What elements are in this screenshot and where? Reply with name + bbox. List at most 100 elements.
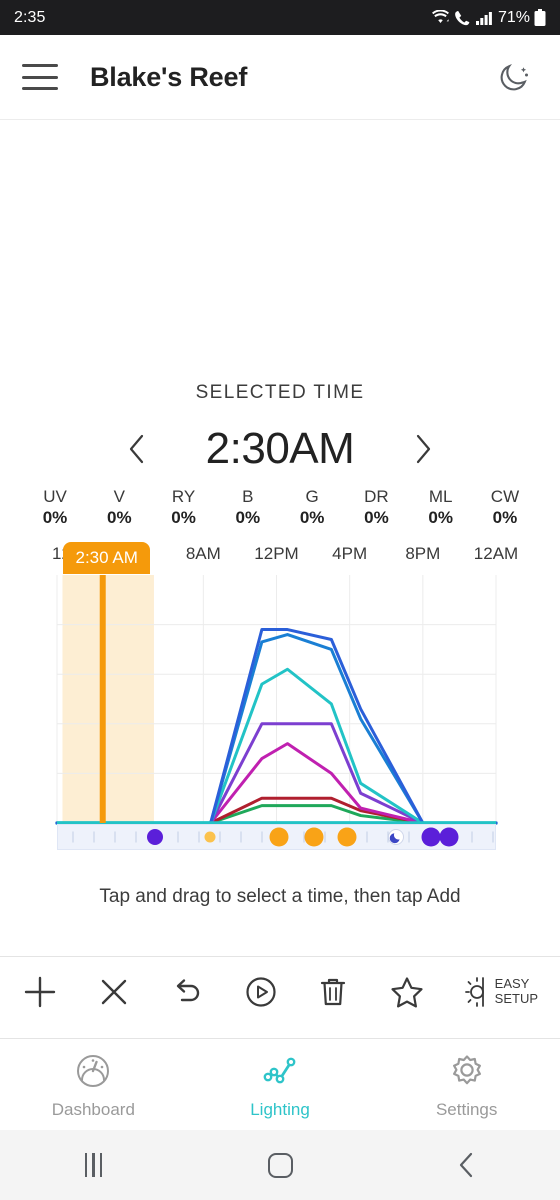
schedule-marker-dot[interactable] bbox=[439, 827, 459, 847]
nav-item-lighting[interactable]: Lighting bbox=[187, 1049, 374, 1120]
brightness-icon bbox=[464, 976, 484, 1007]
marker-tick bbox=[324, 831, 326, 843]
channel-v[interactable]: V 0% bbox=[90, 486, 148, 530]
time-stepper: 2:30AM bbox=[0, 418, 560, 480]
channel-name: UV bbox=[43, 487, 67, 506]
channel-name: RY bbox=[171, 487, 196, 506]
marker-tick bbox=[261, 831, 263, 843]
marker-tick bbox=[471, 831, 473, 843]
marker-tick bbox=[408, 831, 410, 843]
schedule-marker-dot[interactable] bbox=[269, 827, 289, 847]
channel-value: 0% bbox=[364, 508, 389, 528]
channel-value: 0% bbox=[428, 508, 453, 528]
line-chart-icon bbox=[263, 1057, 296, 1084]
easy-setup-label: EASY SETUP bbox=[494, 976, 538, 1007]
channel-cw[interactable]: CW 0% bbox=[476, 486, 534, 530]
marker-tick bbox=[72, 831, 74, 843]
schedule-marker-strip[interactable] bbox=[57, 824, 496, 850]
chevron-right-icon[interactable] bbox=[395, 421, 451, 477]
nav-label-dashboard: Dashboard bbox=[51, 1100, 135, 1119]
hamburger-menu-icon[interactable] bbox=[22, 64, 58, 90]
selected-time-tooltip: 2:30 AM bbox=[63, 542, 150, 574]
favorite-button[interactable] bbox=[389, 975, 425, 1009]
schedule-marker-dot[interactable] bbox=[304, 827, 324, 847]
easy-setup-line-2: SETUP bbox=[494, 990, 538, 1006]
undo-arrow-icon bbox=[177, 978, 200, 1001]
x-axis-tick-label: 4PM bbox=[332, 544, 368, 563]
nav-label-lighting: Lighting bbox=[250, 1100, 310, 1119]
easy-setup-button[interactable]: EASY SETUP bbox=[464, 975, 538, 1009]
channel-ry[interactable]: RY 0% bbox=[155, 486, 213, 530]
trash-icon bbox=[321, 978, 346, 1005]
gear-icon bbox=[452, 1055, 481, 1085]
app-screen: 2:35 71% Blake's Reef SELECTED TIME 2:30… bbox=[0, 0, 560, 1200]
x-axis-tick-label: 8PM bbox=[405, 544, 441, 563]
marker-tick bbox=[240, 831, 242, 843]
x-axis-tick-label: 8AM bbox=[185, 544, 221, 563]
nav-item-dashboard[interactable]: Dashboard bbox=[0, 1049, 187, 1120]
channel-value: 0% bbox=[235, 508, 261, 528]
chart-plot-area[interactable] bbox=[0, 575, 560, 825]
schedule-marker-dot[interactable] bbox=[204, 831, 216, 843]
channel-name: V bbox=[113, 487, 125, 506]
channel-name: DR bbox=[364, 487, 389, 506]
channel-ml[interactable]: ML 0% bbox=[412, 486, 470, 530]
x-axis-tick-label: 12PM bbox=[254, 544, 299, 563]
play-circle-icon bbox=[246, 976, 276, 1007]
channel-value: 0% bbox=[299, 508, 325, 528]
back-icon[interactable] bbox=[373, 1151, 560, 1179]
nav-item-settings[interactable]: Settings bbox=[373, 1049, 560, 1120]
undo-button[interactable] bbox=[170, 976, 204, 1008]
marker-tick bbox=[366, 831, 368, 843]
schedule-marker-dot[interactable] bbox=[337, 827, 357, 847]
edit-toolbar: EASY SETUP bbox=[0, 956, 560, 1026]
schedule-marker-dot[interactable] bbox=[421, 827, 441, 847]
channel-value: 0% bbox=[171, 508, 196, 528]
close-x-icon bbox=[101, 979, 127, 1004]
channel-value: 0% bbox=[106, 508, 132, 528]
nav-label-settings: Settings bbox=[435, 1100, 498, 1119]
marker-tick bbox=[177, 831, 179, 843]
status-bar: 2:35 71% bbox=[0, 0, 560, 35]
app-bar: Blake's Reef bbox=[0, 35, 560, 120]
preview-button[interactable] bbox=[244, 975, 278, 1009]
marker-tick bbox=[219, 831, 221, 843]
close-button[interactable] bbox=[98, 976, 130, 1008]
bottom-navigation: Dashboard Lighting Settings bbox=[0, 1038, 560, 1130]
home-icon[interactable] bbox=[187, 1152, 374, 1178]
signal-icon bbox=[475, 10, 492, 26]
channel-name: ML bbox=[428, 487, 453, 506]
lighting-schedule-chart[interactable]: 12...8AM12PM4PM8PM12AM 2:30 AM bbox=[0, 542, 560, 844]
marker-tick bbox=[492, 831, 494, 843]
marker-tick bbox=[114, 831, 116, 843]
delete-button[interactable] bbox=[318, 975, 348, 1009]
page-title: Blake's Reef bbox=[90, 61, 248, 92]
moon-icon[interactable] bbox=[492, 54, 538, 100]
status-icons: 71% bbox=[431, 8, 546, 27]
chart-hint-text: Tap and drag to select a time, then tap … bbox=[99, 886, 461, 907]
channel-dr[interactable]: DR 0% bbox=[347, 486, 405, 530]
status-clock: 2:35 bbox=[14, 8, 46, 26]
add-button[interactable] bbox=[22, 974, 58, 1010]
battery-icon bbox=[534, 8, 546, 27]
recents-icon[interactable] bbox=[0, 1153, 187, 1177]
chevron-left-icon[interactable] bbox=[109, 421, 165, 477]
star-icon bbox=[390, 976, 423, 1007]
main-content: SELECTED TIME 2:30AM UV 0% V 0% RY 0% B … bbox=[0, 120, 560, 1200]
channel-value: 0% bbox=[492, 508, 518, 528]
channel-value: 0% bbox=[42, 508, 68, 528]
schedule-marker-dot[interactable] bbox=[146, 829, 163, 845]
channel-name: CW bbox=[490, 487, 520, 506]
call-icon bbox=[454, 10, 472, 26]
wifi-icon bbox=[431, 9, 450, 26]
marker-tick bbox=[93, 831, 95, 843]
gauge-icon bbox=[77, 1055, 110, 1087]
schedule-marker-moon-icon[interactable] bbox=[388, 829, 405, 845]
channel-name: B bbox=[242, 487, 254, 506]
channel-uv[interactable]: UV 0% bbox=[26, 486, 84, 530]
channel-b[interactable]: B 0% bbox=[219, 486, 277, 530]
channel-g[interactable]: G 0% bbox=[283, 486, 341, 530]
selected-time-label: SELECTED TIME bbox=[195, 382, 365, 403]
selected-time-value[interactable]: 2:30AM bbox=[165, 424, 395, 474]
channel-readouts: UV 0% V 0% RY 0% B 0% G 0% DR 0% ML 0% C… bbox=[26, 486, 534, 530]
